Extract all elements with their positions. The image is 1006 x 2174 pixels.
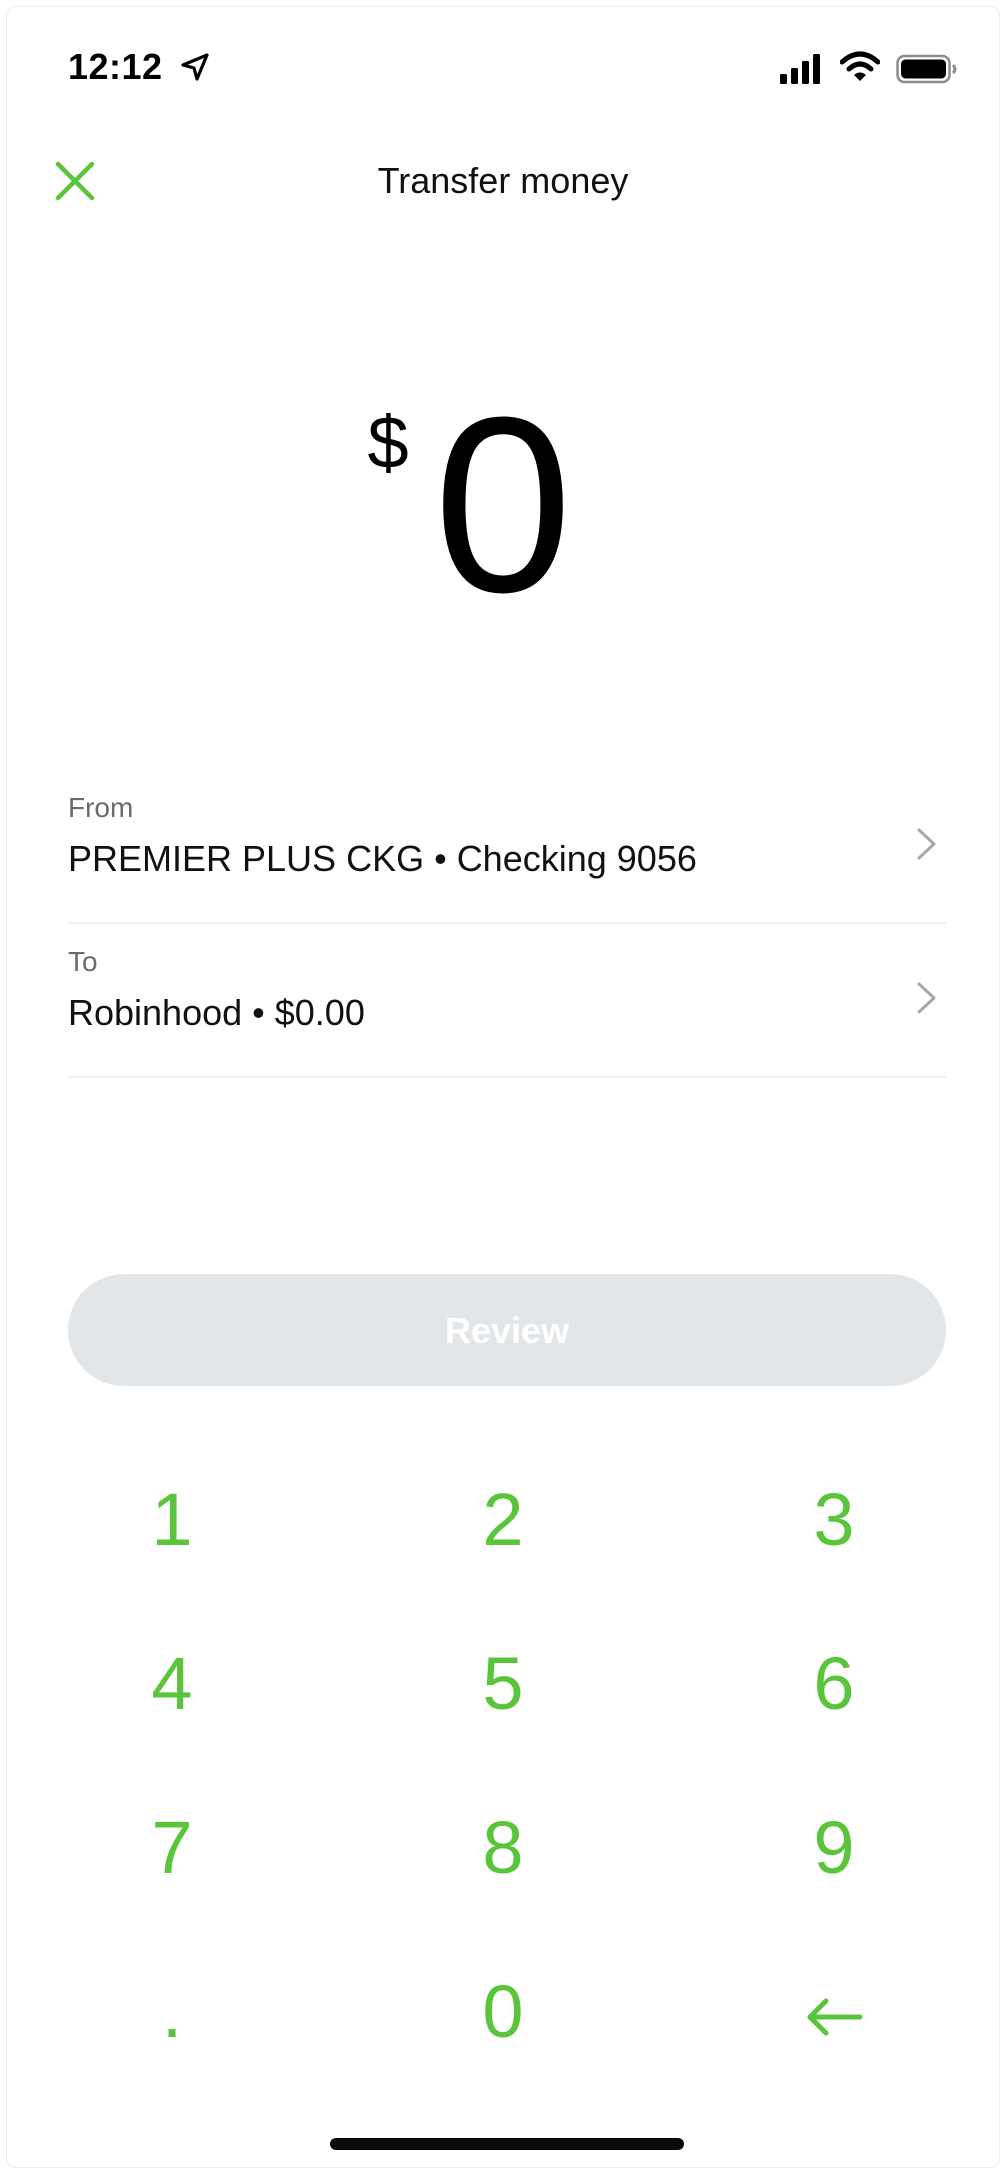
chevron-right-icon <box>917 828 936 860</box>
review-button[interactable]: Review <box>68 1274 946 1386</box>
from-account-row[interactable]: From PREMIER PLUS CKG • Checking 9056 <box>68 774 946 924</box>
amount-value: 0 <box>433 365 573 644</box>
status-time: 12:12 <box>68 46 163 87</box>
battery-icon <box>896 54 957 84</box>
to-account-row[interactable]: To Robinhood • $0.00 <box>68 928 946 1078</box>
key-5[interactable]: 5 <box>403 1614 603 1754</box>
cellular-signal-icon <box>780 54 820 84</box>
location-arrow-icon <box>181 53 209 81</box>
amount-display: $ 0 <box>0 380 1006 640</box>
chevron-right-icon <box>917 982 936 1014</box>
wifi-icon <box>840 51 880 81</box>
page-title: Transfer money <box>377 160 629 201</box>
to-account-value: Robinhood • $0.00 <box>68 992 365 1033</box>
key-2[interactable]: 2 <box>403 1450 603 1590</box>
currency-symbol: $ <box>367 401 409 484</box>
home-indicator[interactable] <box>330 2138 684 2150</box>
to-label: To <box>68 946 98 977</box>
backspace-key[interactable] <box>734 1942 934 2082</box>
status-bar: 12:12 <box>0 0 1006 130</box>
key-9[interactable]: 9 <box>734 1778 934 1918</box>
from-label: From <box>68 792 134 823</box>
key-decimal[interactable]: . <box>72 1942 272 2082</box>
key-0[interactable]: 0 <box>403 1942 603 2082</box>
from-account-value: PREMIER PLUS CKG • Checking 9056 <box>68 838 697 879</box>
backspace-arrow-icon <box>807 1998 863 2036</box>
key-6[interactable]: 6 <box>734 1614 934 1754</box>
key-7[interactable]: 7 <box>72 1778 272 1918</box>
key-3[interactable]: 3 <box>734 1450 934 1590</box>
key-4[interactable]: 4 <box>72 1614 272 1754</box>
key-8[interactable]: 8 <box>403 1778 603 1918</box>
key-1[interactable]: 1 <box>72 1450 272 1590</box>
